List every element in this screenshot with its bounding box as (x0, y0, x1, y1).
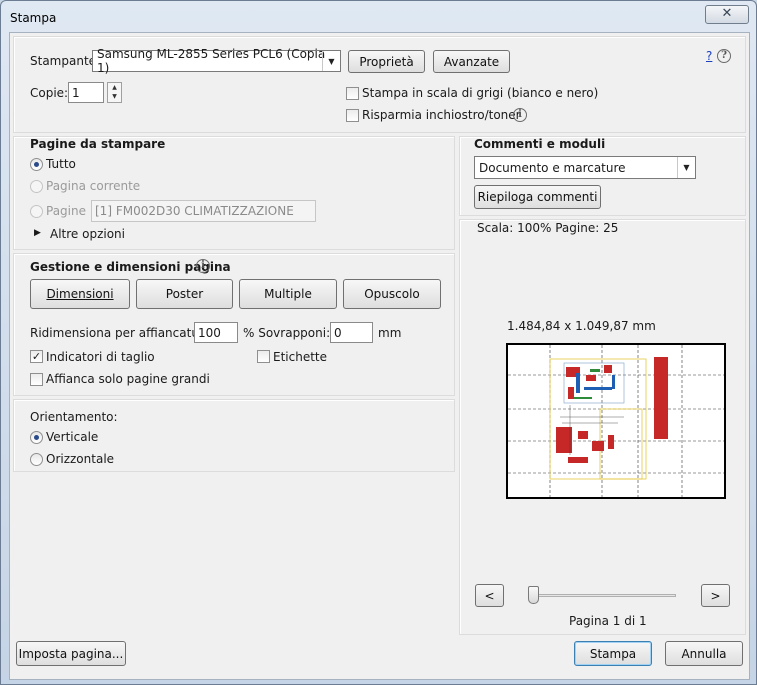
landscape-radio[interactable] (30, 453, 43, 466)
window-title: Stampa (10, 11, 57, 25)
properties-button[interactable]: Proprietà (348, 50, 425, 73)
summarize-comments-button[interactable]: Riepiloga commenti (474, 185, 601, 209)
next-page-button[interactable]: > (701, 584, 730, 607)
cut-marks-label: Indicatori di taglio (46, 350, 155, 364)
tab-poster[interactable]: Poster (136, 279, 233, 309)
scale-text: Scala: 100% Pagine: 25 (477, 221, 619, 235)
tab-dimensions[interactable]: Dimensioni (30, 279, 130, 309)
info-icon[interactable]: i (196, 259, 210, 273)
comments-select-value: Documento e marcature (479, 160, 626, 175)
page-slider-track[interactable] (532, 594, 676, 597)
tab-booklet[interactable]: Opuscolo (343, 279, 441, 309)
printer-select-value: Samsung ML-2855 Series PCL6 (Copia 1) (97, 47, 326, 75)
portrait-label: Verticale (46, 430, 99, 444)
large-pages-checkbox[interactable] (30, 373, 43, 386)
labels-label: Etichette (273, 350, 327, 364)
chevron-down-icon: ▼ (322, 51, 340, 71)
help-link[interactable]: ? (706, 49, 712, 63)
page-range-input[interactable]: [1] FM002D30 CLIMATIZZAZIONE (91, 200, 316, 222)
save-ink-checkbox[interactable] (346, 109, 359, 122)
close-button[interactable]: ✕ (705, 5, 749, 24)
landscape-label: Orizzontale (46, 452, 115, 466)
overlap-input[interactable]: 0 (330, 322, 373, 343)
save-ink-label: Risparmia inchiostro/toner (362, 108, 521, 122)
page-preview (506, 343, 726, 499)
printer-select[interactable]: Samsung ML-2855 Series PCL6 (Copia 1) ▼ (92, 47, 341, 75)
copies-label: Copie: (30, 86, 69, 100)
dialog-body: Stampante: Samsung ML-2855 Series PCL6 (… (9, 32, 750, 680)
portrait-radio[interactable] (30, 431, 43, 444)
help-icon[interactable]: ? (717, 49, 731, 63)
page-slider-thumb[interactable] (528, 586, 539, 604)
tab-multiple[interactable]: Multiple (239, 279, 337, 309)
page-preview-drawing (508, 345, 724, 497)
info-icon[interactable]: i (513, 108, 527, 122)
grayscale-label: Stampa in scala di grigi (bianco e nero) (362, 86, 599, 100)
stepper-up-icon[interactable]: ▲ (108, 83, 121, 92)
large-pages-label: Affianca solo pagine grandi (46, 372, 210, 386)
more-options-label[interactable]: Altre opzioni (50, 227, 125, 241)
chevron-down-icon: ▼ (677, 157, 695, 178)
page-indicator: Pagina 1 di 1 (569, 614, 647, 628)
expand-triangle-icon[interactable]: ▶ (34, 228, 41, 238)
tile-scale-label: Ridimensiona per affiancatura: (30, 326, 216, 340)
labels-checkbox[interactable] (257, 350, 270, 363)
comments-heading: Commenti e moduli (474, 137, 606, 151)
page-setup-button[interactable]: Imposta pagina... (16, 641, 126, 666)
all-pages-radio[interactable] (30, 158, 43, 171)
comments-select[interactable]: Documento e marcature ▼ (474, 156, 696, 179)
page-range-radio[interactable] (30, 205, 43, 218)
page-range-label: Pagine (46, 204, 86, 218)
advanced-button[interactable]: Avanzate (433, 50, 510, 73)
printer-label: Stampante: (30, 54, 101, 68)
cut-marks-checkbox[interactable]: ✓ (30, 350, 43, 363)
overlap-label: % Sovrapponi: (243, 326, 331, 340)
previous-page-button[interactable]: < (475, 584, 504, 607)
copies-input[interactable]: 1 (68, 82, 104, 103)
stepper-down-icon[interactable]: ▼ (108, 92, 121, 101)
copies-stepper[interactable]: ▲ ▼ (107, 82, 122, 103)
pages-heading: Pagine da stampare (30, 137, 166, 151)
overlap-unit: mm (378, 326, 402, 340)
current-page-radio[interactable] (30, 180, 43, 193)
title-bar: Stampa ✕ (1, 1, 756, 33)
orientation-heading: Orientamento: (30, 410, 118, 424)
grayscale-checkbox[interactable] (346, 87, 359, 100)
all-pages-label: Tutto (46, 157, 76, 171)
current-page-label: Pagina corrente (46, 179, 141, 193)
print-dialog: Stampa ✕ Stampante: Samsung ML-2855 Seri… (0, 0, 757, 685)
cancel-button[interactable]: Annulla (665, 641, 743, 666)
tile-scale-input[interactable]: 100 (194, 322, 238, 343)
dimensions-text: 1.484,84 x 1.049,87 mm (507, 319, 656, 333)
print-button[interactable]: Stampa (574, 641, 652, 666)
